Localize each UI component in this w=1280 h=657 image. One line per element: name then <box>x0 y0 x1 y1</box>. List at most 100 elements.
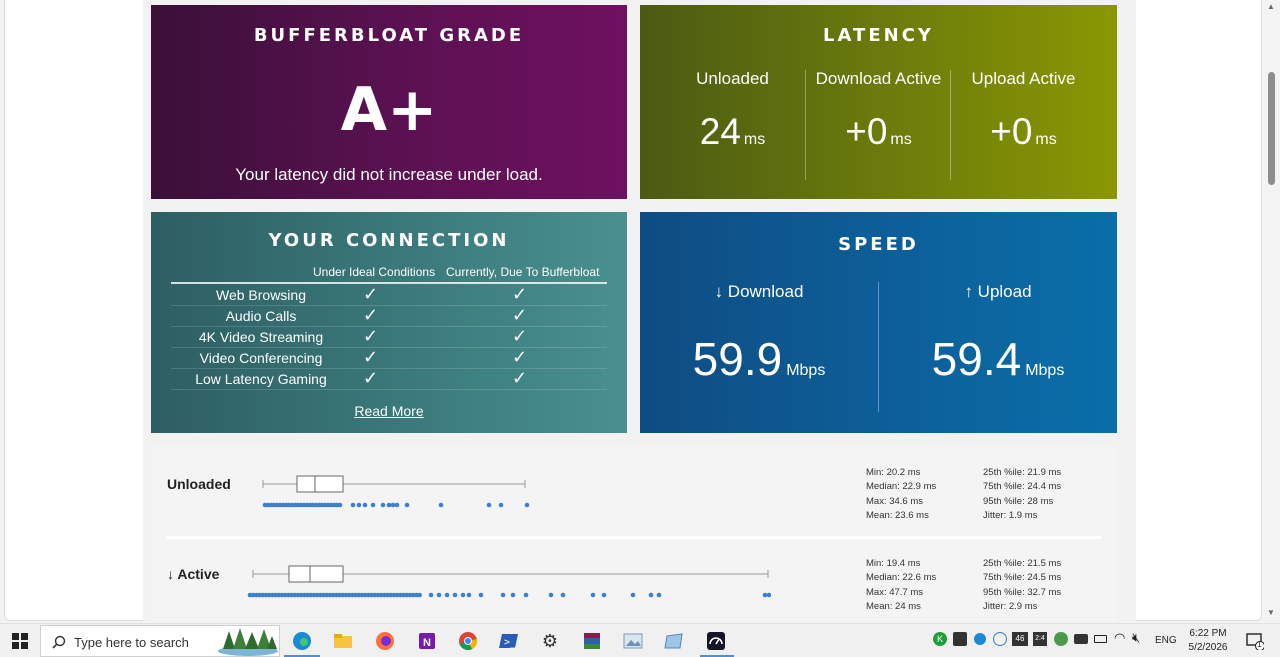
notes-app-button[interactable] <box>663 630 685 652</box>
download-unit: Mbps <box>786 362 826 379</box>
grade-subtitle: Your latency did not increase under load… <box>235 165 543 184</box>
windows-taskbar: Type here to search N >_ ⚙ K 46 2:4 ◠ 🔇︎… <box>0 623 1280 657</box>
firefox-app-button[interactable] <box>374 630 396 652</box>
bufferbloat-grade-card: BUFFERBLOAT GRADE A+ Your latency did no… <box>151 5 627 199</box>
sample-dot <box>601 592 607 598</box>
sample-dot <box>337 502 343 508</box>
active-stats-left: Min: 19.4 ms Median: 22.6 ms Max: 47.7 m… <box>866 557 936 615</box>
upload-value: 59.4 <box>931 333 1022 385</box>
language-indicator[interactable]: ENG <box>1155 635 1177 646</box>
ideal-check-icon: ✓ <box>363 284 379 305</box>
sample-dot <box>524 502 530 508</box>
powershell-app-button[interactable]: >_ <box>498 630 520 652</box>
tray-network-globe-icon[interactable] <box>1054 632 1068 646</box>
header-underline <box>171 282 607 284</box>
photos-icon <box>623 633 643 649</box>
photos-app-button[interactable] <box>622 630 644 652</box>
sample-dot <box>648 592 654 598</box>
settings-app-button[interactable]: ⚙ <box>539 630 561 652</box>
notifications-button[interactable]: 1 <box>1244 630 1266 652</box>
sample-dot <box>486 502 492 508</box>
grade-letter: A+ <box>340 75 438 145</box>
page-scrollbar[interactable]: ▲ ▼ <box>1263 0 1280 623</box>
connection-card: YOUR CONNECTION Under Ideal Conditions C… <box>151 212 627 433</box>
unloaded-boxplot <box>262 475 530 508</box>
sample-dot <box>386 502 392 508</box>
sample-dot <box>523 592 529 598</box>
svg-text:N: N <box>423 637 431 649</box>
chrome-icon <box>459 632 478 650</box>
sample-dot <box>394 502 400 508</box>
browser-viewport: BUFFERBLOAT GRADE A+ Your latency did no… <box>0 0 1280 623</box>
sample-dot <box>404 502 410 508</box>
latency-download-unit: ms <box>890 131 912 148</box>
tray-cpu-usage-icon[interactable]: 2:4 <box>1033 632 1047 646</box>
sample-dot <box>656 592 662 598</box>
scroll-up-arrow-icon[interactable]: ▲ <box>1267 2 1275 11</box>
taskbar-search-box[interactable]: Type here to search <box>40 625 280 657</box>
upload-label: ↑ Upload <box>964 282 1032 301</box>
tray-usb-icon[interactable] <box>1074 634 1088 644</box>
latency-unloaded: Unloaded 24 ms <box>660 69 805 153</box>
active-p75: 75th %ile: 24.5 ms <box>983 572 1062 584</box>
sample-dot <box>380 502 386 508</box>
sample-dot <box>762 592 768 598</box>
notes-icon <box>664 633 683 649</box>
ideal-check-icon: ✓ <box>363 326 379 347</box>
active-p95: 95th %ile: 32.7 ms <box>983 586 1062 598</box>
onenote-app-button[interactable]: N <box>416 630 438 652</box>
winrar-app-button[interactable] <box>581 630 603 652</box>
latency-download-active: Download Active +0 ms <box>806 69 951 153</box>
unloaded-p75: 75th %ile: 24.4 ms <box>983 481 1062 493</box>
chrome-app-button[interactable] <box>457 630 479 652</box>
connection-row: Audio Calls ✓ ✓ <box>171 305 607 327</box>
battery-icon[interactable] <box>1094 635 1107 643</box>
search-icon <box>52 635 66 649</box>
edge-app-button[interactable] <box>291 630 313 652</box>
activity-name: Low Latency Gaming <box>195 371 327 387</box>
sample-dot <box>630 592 636 598</box>
gear-icon: ⚙ <box>541 630 559 652</box>
volume-muted-icon[interactable]: 🔇︎ <box>1132 631 1140 646</box>
activity-name: Video Conferencing <box>199 350 323 366</box>
sample-dot <box>478 592 484 598</box>
connection-row: Video Conferencing ✓ ✓ <box>171 347 607 369</box>
connection-row: Low Latency Gaming ✓ ✓ <box>171 368 607 390</box>
download-value: 59.9 <box>692 333 783 385</box>
ideal-check-icon: ✓ <box>363 347 379 368</box>
activity-name: Web Browsing <box>215 287 306 303</box>
taskbar-clock[interactable]: 6:22 PM 5/2/2026 <box>1183 627 1233 655</box>
scrollbar-thumb[interactable] <box>1268 72 1275 185</box>
wifi-icon[interactable]: ◠ <box>1114 631 1125 646</box>
sample-dot <box>390 502 396 508</box>
file-explorer-button[interactable] <box>332 630 354 652</box>
latency-upload-active: Upload Active +0 ms <box>951 69 1096 153</box>
firefox-icon <box>376 632 394 650</box>
sample-dot <box>444 592 450 598</box>
winrar-icon <box>584 633 600 649</box>
sample-dot <box>498 502 504 508</box>
current-check-icon: ✓ <box>512 368 528 389</box>
sample-dot <box>417 592 422 598</box>
speedtest-app-button[interactable] <box>705 630 727 652</box>
active-max: Max: 47.7 ms <box>866 586 924 598</box>
sample-dot <box>362 502 368 508</box>
start-button[interactable] <box>9 630 31 652</box>
read-more-link[interactable]: Read More <box>151 403 627 419</box>
tray-app-icon[interactable]: K <box>933 632 947 646</box>
grade-title: BUFFERBLOAT GRADE <box>253 25 525 46</box>
iqr-box <box>296 475 344 493</box>
scroll-down-arrow-icon[interactable]: ▼ <box>1267 608 1275 617</box>
sample-dot <box>500 592 506 598</box>
unloaded-stats-right: 25th %ile: 21.9 ms 75th %ile: 24.4 ms 95… <box>983 466 1061 524</box>
tray-monitor-icon[interactable] <box>953 632 967 646</box>
connection-row: 4K Video Streaming ✓ ✓ <box>171 326 607 348</box>
current-check-icon: ✓ <box>512 305 528 326</box>
speed-download: ↓ Download 59.9 Mbps <box>640 282 878 386</box>
tray-cpu-temp-icon[interactable]: 46 <box>1012 632 1028 646</box>
tray-vpn-icon[interactable] <box>993 632 1007 646</box>
sample-dot <box>466 592 472 598</box>
tray-edge-icon[interactable] <box>974 633 986 645</box>
clock-date: 5/2/2026 <box>1188 642 1228 653</box>
connection-row: Web Browsing ✓ ✓ <box>171 284 607 306</box>
